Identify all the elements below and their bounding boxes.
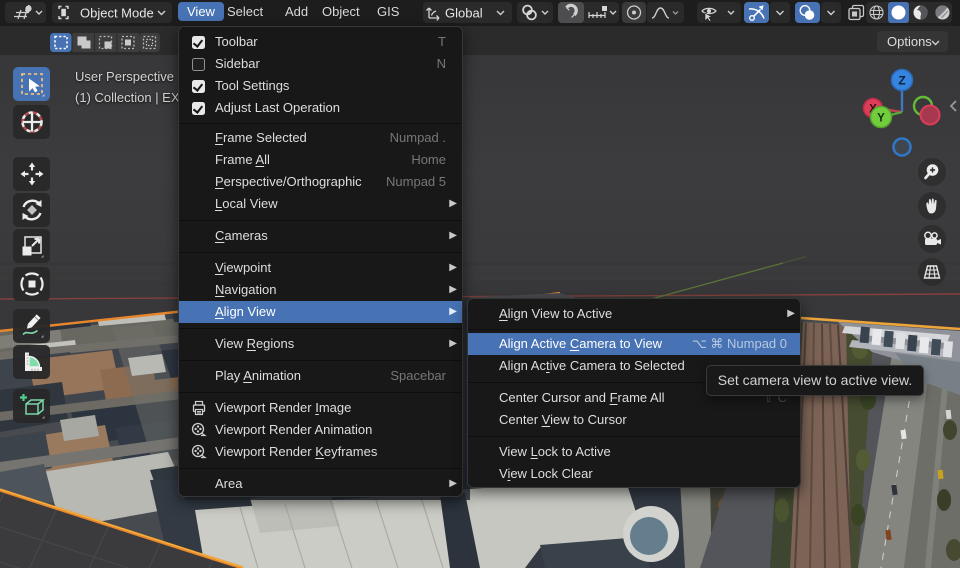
svg-text:Z: Z: [898, 74, 905, 88]
svg-text:Y: Y: [877, 113, 885, 125]
svg-text:Object Mode: Object Mode: [80, 6, 154, 21]
svg-text:Global: Global: [445, 6, 483, 21]
